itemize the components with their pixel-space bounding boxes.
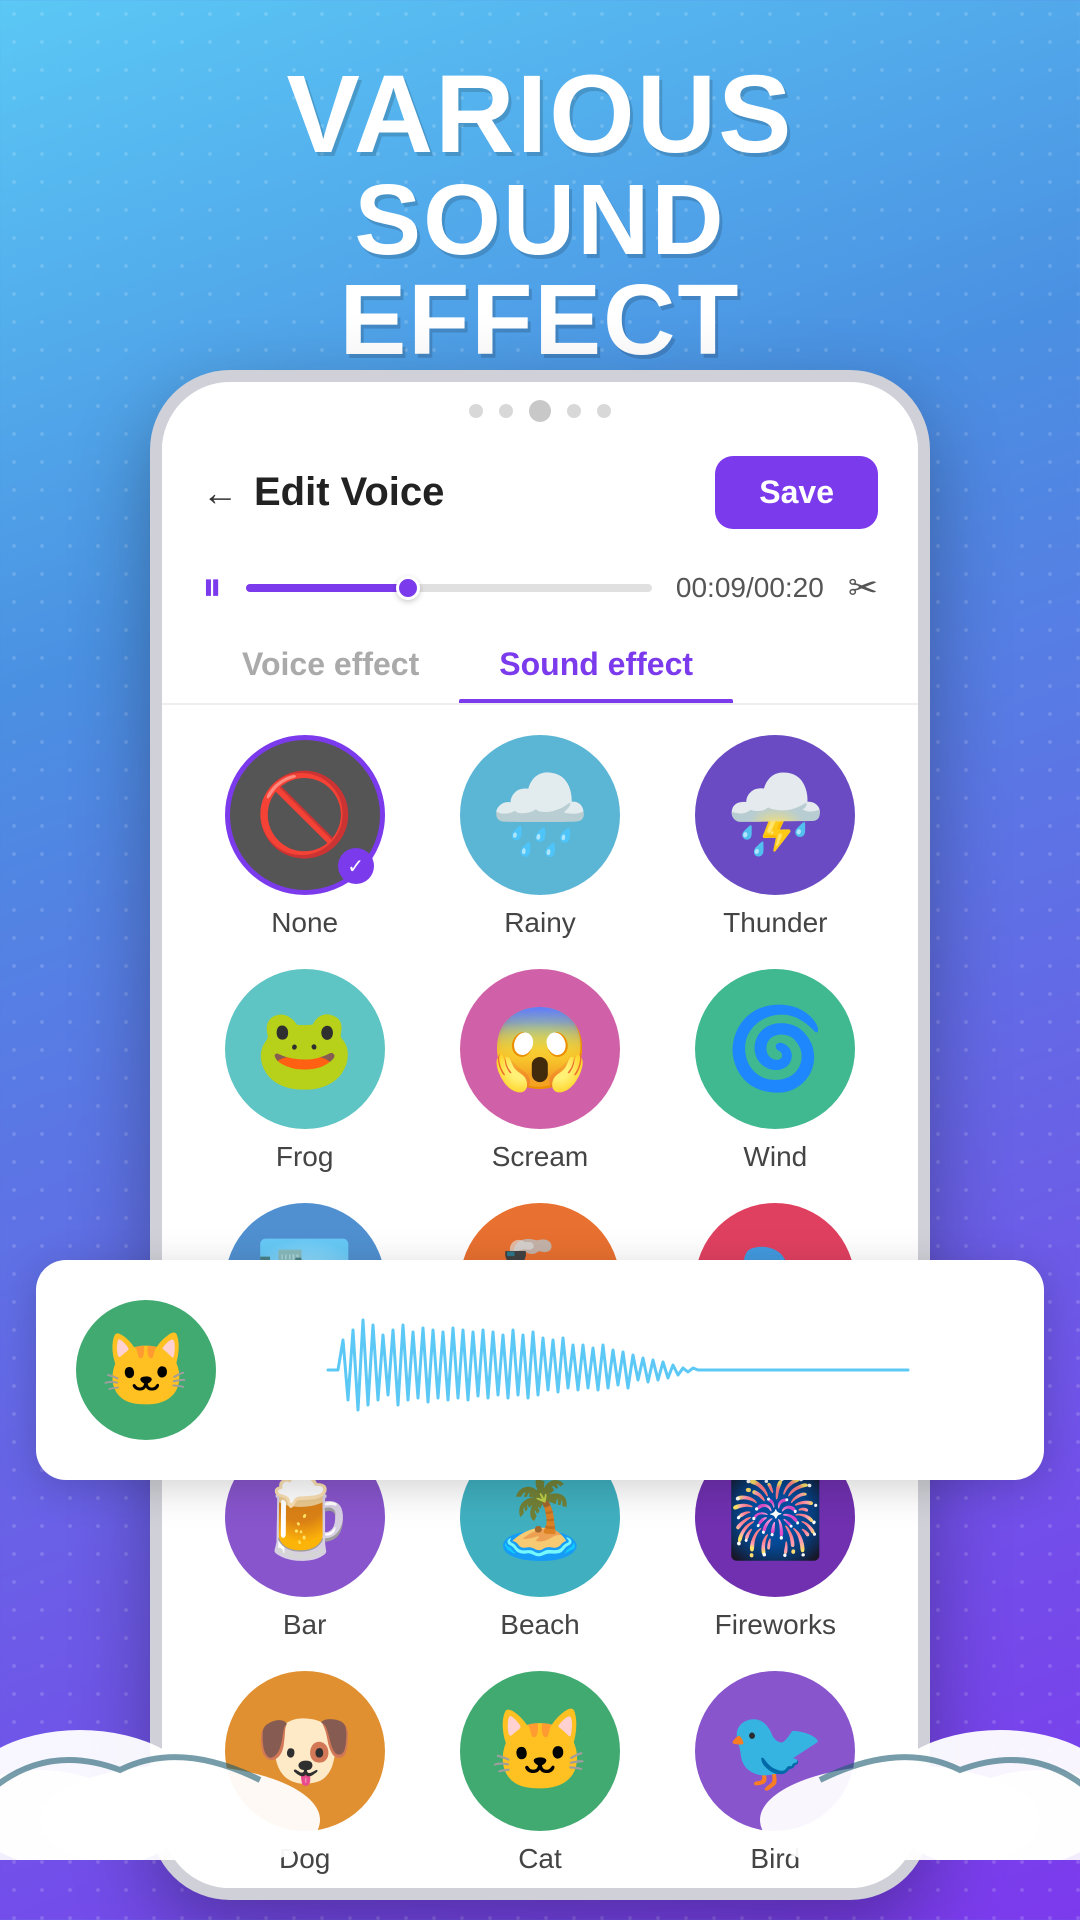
waveform-avatar: 🐱 — [76, 1300, 216, 1440]
effect-label-cat: Cat — [518, 1843, 562, 1875]
effect-label-wind: Wind — [743, 1141, 807, 1173]
effect-icon-wind: 🌀 — [695, 969, 855, 1129]
effect-check-none: ✓ — [338, 848, 374, 884]
cloud-left — [0, 1660, 320, 1860]
tab-sound-effect[interactable]: Sound effect — [459, 626, 733, 703]
effect-icon-rainy: 🌧️ — [460, 735, 620, 895]
effect-item-frog[interactable]: 🐸 Frog — [202, 969, 407, 1173]
scissors-icon[interactable]: ✂ — [848, 567, 878, 609]
progress-fill — [246, 584, 408, 592]
tabs-bar: Voice effect Sound effect — [162, 626, 918, 705]
progress-thumb[interactable] — [396, 576, 420, 600]
playback-bar: ⏸ 00:09/00:20 ✂ — [162, 549, 918, 626]
header-line1: VARIOUS — [0, 60, 1080, 170]
effect-label-rainy: Rainy — [504, 907, 576, 939]
effect-icon-cat: 🐱 — [460, 1671, 620, 1831]
effect-item-wind[interactable]: 🌀 Wind — [673, 969, 878, 1173]
effect-item-scream[interactable]: 😱 Scream — [437, 969, 642, 1173]
phone-dot-3 — [567, 404, 581, 418]
pause-icon[interactable]: ⏸ — [202, 565, 222, 610]
effect-emoji-thunder: ⛈️ — [726, 768, 826, 862]
effect-icon-frog: 🐸 — [225, 969, 385, 1129]
toolbar: ← Edit Voice Save — [162, 436, 918, 549]
effect-item-thunder[interactable]: ⛈️ Thunder — [673, 735, 878, 939]
header-line3: EFFECT — [0, 270, 1080, 370]
effect-icon-scream: 😱 — [460, 969, 620, 1129]
effect-label-bar: Bar — [283, 1609, 327, 1641]
effect-emoji-cat: 🐱 — [490, 1704, 590, 1798]
waveform-card: 🐱 — [36, 1260, 1044, 1480]
tab-voice-effect[interactable]: Voice effect — [202, 626, 459, 703]
page-title: Edit Voice — [254, 470, 444, 515]
phone-dot-4 — [597, 404, 611, 418]
effect-emoji-rainy: 🌧️ — [490, 768, 590, 862]
save-button[interactable]: Save — [715, 456, 878, 529]
cloud-right — [760, 1660, 1080, 1860]
effect-label-thunder: Thunder — [723, 907, 827, 939]
effect-emoji-wind: 🌀 — [726, 1002, 826, 1096]
progress-track[interactable] — [246, 584, 652, 592]
time-display: 00:09/00:20 — [676, 572, 824, 604]
effect-item-none[interactable]: 🚫✓None — [202, 735, 407, 939]
back-button[interactable]: ← — [202, 472, 238, 514]
effect-emoji-none: 🚫 — [255, 768, 355, 862]
effect-label-scream: Scream — [492, 1141, 588, 1173]
effect-emoji-fireworks: 🎆 — [726, 1470, 826, 1564]
header-line2: SOUND — [0, 170, 1080, 270]
effect-label-beach: Beach — [500, 1609, 579, 1641]
effect-icon-thunder: ⛈️ — [695, 735, 855, 895]
header-section: VARIOUS SOUND EFFECT — [0, 60, 1080, 370]
effect-emoji-frog: 🐸 — [255, 1002, 355, 1096]
phone-camera — [529, 400, 551, 422]
toolbar-left: ← Edit Voice — [202, 470, 444, 515]
effect-item-rainy[interactable]: 🌧️ Rainy — [437, 735, 642, 939]
waveform-avatar-emoji: 🐱 — [101, 1328, 191, 1413]
effect-label-frog: Frog — [276, 1141, 334, 1173]
phone-dot-1 — [469, 404, 483, 418]
effect-item-cat[interactable]: 🐱 Cat — [437, 1671, 642, 1875]
effect-label-none: None — [271, 907, 338, 939]
effect-emoji-bar: 🍺 — [255, 1470, 355, 1564]
effect-emoji-scream: 😱 — [490, 1002, 590, 1096]
effect-emoji-beach: 🏝️ — [490, 1470, 590, 1564]
waveform-display — [252, 1310, 1004, 1430]
effect-icon-none: 🚫✓ — [225, 735, 385, 895]
effect-label-fireworks: Fireworks — [715, 1609, 836, 1641]
phone-dot-2 — [499, 404, 513, 418]
phone-top-bar — [162, 382, 918, 436]
